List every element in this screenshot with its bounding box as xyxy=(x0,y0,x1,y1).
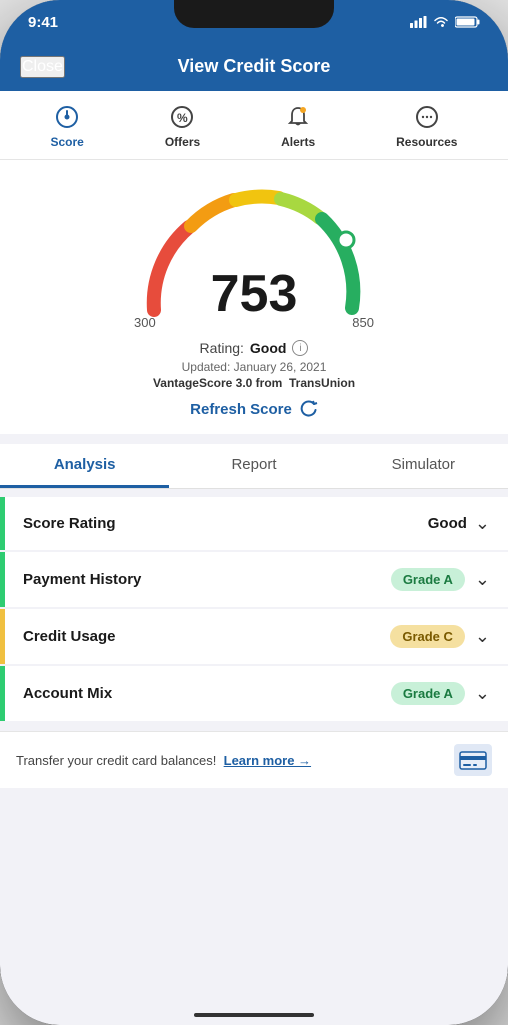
account-mix-chevron: ⌄ xyxy=(475,683,490,704)
rating-value: Good xyxy=(250,340,287,356)
phone-frame: 9:41 xyxy=(0,0,508,1025)
credit-usage-badge: Grade C xyxy=(390,625,465,648)
resources-tab-label: Resources xyxy=(396,135,457,149)
refresh-score-button[interactable]: Refresh Score xyxy=(190,400,318,418)
payment-history-badge: Grade A xyxy=(391,568,465,591)
banner-card-icon xyxy=(454,744,492,776)
score-rating-chevron: ⌄ xyxy=(475,513,490,534)
credit-score-value: 753 xyxy=(211,268,298,320)
battery-icon xyxy=(455,16,480,28)
credit-usage-chevron: ⌄ xyxy=(475,626,490,647)
rating-label: Rating: xyxy=(200,340,244,356)
analysis-tabs: Analysis Report Simulator xyxy=(0,444,508,489)
nav-tabs: Score % Offers xyxy=(0,91,508,160)
score-item-credit-usage[interactable]: Credit Usage Grade C ⌄ xyxy=(0,609,508,664)
score-item-account-mix[interactable]: Account Mix Grade A ⌄ xyxy=(0,666,508,721)
nav-tab-resources[interactable]: Resources xyxy=(386,103,467,149)
score-rating-label: Score Rating xyxy=(23,515,428,532)
score-tab-label: Score xyxy=(50,135,83,149)
score-rating-value: Good xyxy=(428,515,467,532)
score-item-score-rating[interactable]: Score Rating Good ⌄ xyxy=(0,497,508,550)
nav-tab-score[interactable]: Score xyxy=(40,103,93,149)
header: Close View Credit Score xyxy=(0,44,508,91)
offers-icon: % xyxy=(168,103,196,131)
nav-tab-alerts[interactable]: Alerts xyxy=(271,103,325,149)
svg-text:%: % xyxy=(177,111,188,125)
vantage-text: VantageScore 3.0 from TransUnion xyxy=(153,376,355,390)
credit-usage-label: Credit Usage xyxy=(23,628,390,645)
refresh-icon xyxy=(300,400,318,418)
score-section: 753 300 850 Rating: Good i Updated: Janu… xyxy=(0,160,508,434)
status-time: 9:41 xyxy=(28,14,58,31)
gauge-min: 300 xyxy=(134,315,156,330)
account-mix-label: Account Mix xyxy=(23,685,391,702)
banner-link[interactable]: Learn more → xyxy=(224,753,311,768)
score-icon xyxy=(53,103,81,131)
wifi-icon xyxy=(433,16,449,28)
banner-text: Transfer your credit card balances! Lear… xyxy=(16,753,311,768)
gauge-container: 753 300 850 xyxy=(124,180,384,330)
notch xyxy=(174,0,334,28)
tab-analysis[interactable]: Analysis xyxy=(0,444,169,488)
alerts-icon xyxy=(284,103,312,131)
offers-tab-label: Offers xyxy=(165,135,200,149)
rating-row: Rating: Good i xyxy=(200,340,309,356)
signal-icon xyxy=(410,16,427,28)
home-indicator xyxy=(194,1013,314,1017)
status-icons xyxy=(410,16,480,28)
bottom-banner: Transfer your credit card balances! Lear… xyxy=(0,731,508,788)
account-mix-badge: Grade A xyxy=(391,682,465,705)
resources-icon xyxy=(413,103,441,131)
updated-text: Updated: January 26, 2021 xyxy=(182,360,327,374)
close-button[interactable]: Close xyxy=(20,56,65,78)
page-title: View Credit Score xyxy=(178,56,331,77)
payment-history-chevron: ⌄ xyxy=(475,569,490,590)
score-items-list: Score Rating Good ⌄ Payment History Grad… xyxy=(0,489,508,731)
score-item-payment-history[interactable]: Payment History Grade A ⌄ xyxy=(0,552,508,607)
gauge-max: 850 xyxy=(352,315,374,330)
nav-tab-offers[interactable]: % Offers xyxy=(155,103,210,149)
phone-screen: 9:41 xyxy=(0,0,508,1025)
rating-info-icon[interactable]: i xyxy=(292,340,308,356)
refresh-label: Refresh Score xyxy=(190,401,292,418)
tab-simulator[interactable]: Simulator xyxy=(339,444,508,488)
payment-history-label: Payment History xyxy=(23,571,391,588)
alerts-tab-label: Alerts xyxy=(281,135,315,149)
tab-report[interactable]: Report xyxy=(169,444,338,488)
